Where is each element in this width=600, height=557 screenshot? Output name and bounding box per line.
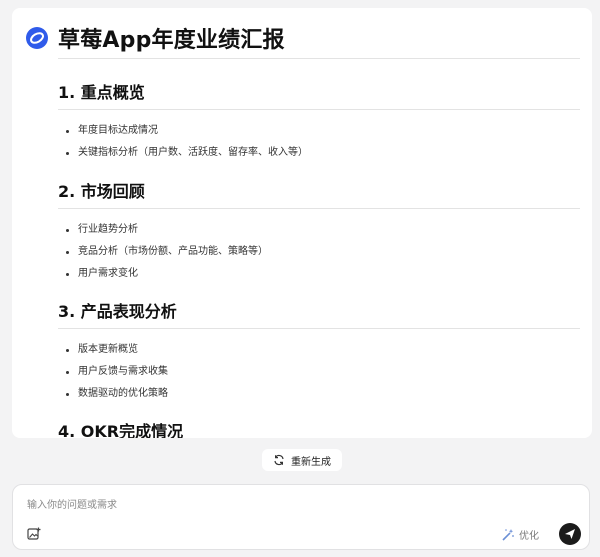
optimize-label: 优化 <box>519 531 539 542</box>
section-okr: 4. OKR完成情况 <box>58 418 580 438</box>
send-button[interactable] <box>559 523 581 545</box>
list-item: 关键指标分析（用户数、活跃度、留存率、收入等） <box>58 142 580 164</box>
section-heading: 1. 重点概览 <box>58 79 580 110</box>
regenerate-button[interactable]: 重新生成 <box>262 449 342 471</box>
list-item: 用户反馈与需求收集 <box>58 361 580 383</box>
bullet-list: 行业趋势分析 竞品分析（市场份额、产品功能、策略等） 用户需求变化 <box>58 219 580 285</box>
section-product-performance: 3. 产品表现分析 版本更新概览 用户反馈与需求收集 数据驱动的优化策略 <box>58 298 580 405</box>
composer: 优化 <box>12 484 590 550</box>
app-logo-icon <box>26 27 48 49</box>
report-document: 草莓App年度业绩汇报 1. 重点概览 年度目标达成情况 关键指标分析（用户数、… <box>12 8 592 438</box>
section-overview: 1. 重点概览 年度目标达成情况 关键指标分析（用户数、活跃度、留存率、收入等） <box>58 79 580 164</box>
prompt-input[interactable] <box>25 495 509 515</box>
refresh-icon <box>274 454 284 466</box>
image-upload-icon[interactable] <box>27 526 41 545</box>
regenerate-label: 重新生成 <box>291 456 331 468</box>
section-market-review: 2. 市场回顾 行业趋势分析 竞品分析（市场份额、产品功能、策略等） 用户需求变… <box>58 178 580 285</box>
list-item: 数据驱动的优化策略 <box>58 383 580 405</box>
section-heading: 2. 市场回顾 <box>58 178 580 209</box>
list-item: 版本更新概览 <box>58 339 580 361</box>
title-row: 草莓App年度业绩汇报 <box>26 22 285 54</box>
list-item: 用户需求变化 <box>58 263 580 285</box>
page-title: 草莓App年度业绩汇报 <box>58 28 285 53</box>
section-heading: 3. 产品表现分析 <box>58 298 580 329</box>
send-icon <box>565 529 575 539</box>
magic-wand-icon <box>502 528 514 541</box>
title-divider <box>58 58 580 59</box>
bullet-list: 版本更新概览 用户反馈与需求收集 数据驱动的优化策略 <box>58 339 580 405</box>
list-item: 年度目标达成情况 <box>58 120 580 142</box>
bullet-list: 年度目标达成情况 关键指标分析（用户数、活跃度、留存率、收入等） <box>58 120 580 164</box>
list-item: 行业趋势分析 <box>58 219 580 241</box>
optimize-button[interactable]: 优化 <box>501 527 539 542</box>
section-heading: 4. OKR完成情况 <box>58 418 580 438</box>
list-item: 竞品分析（市场份额、产品功能、策略等） <box>58 241 580 263</box>
